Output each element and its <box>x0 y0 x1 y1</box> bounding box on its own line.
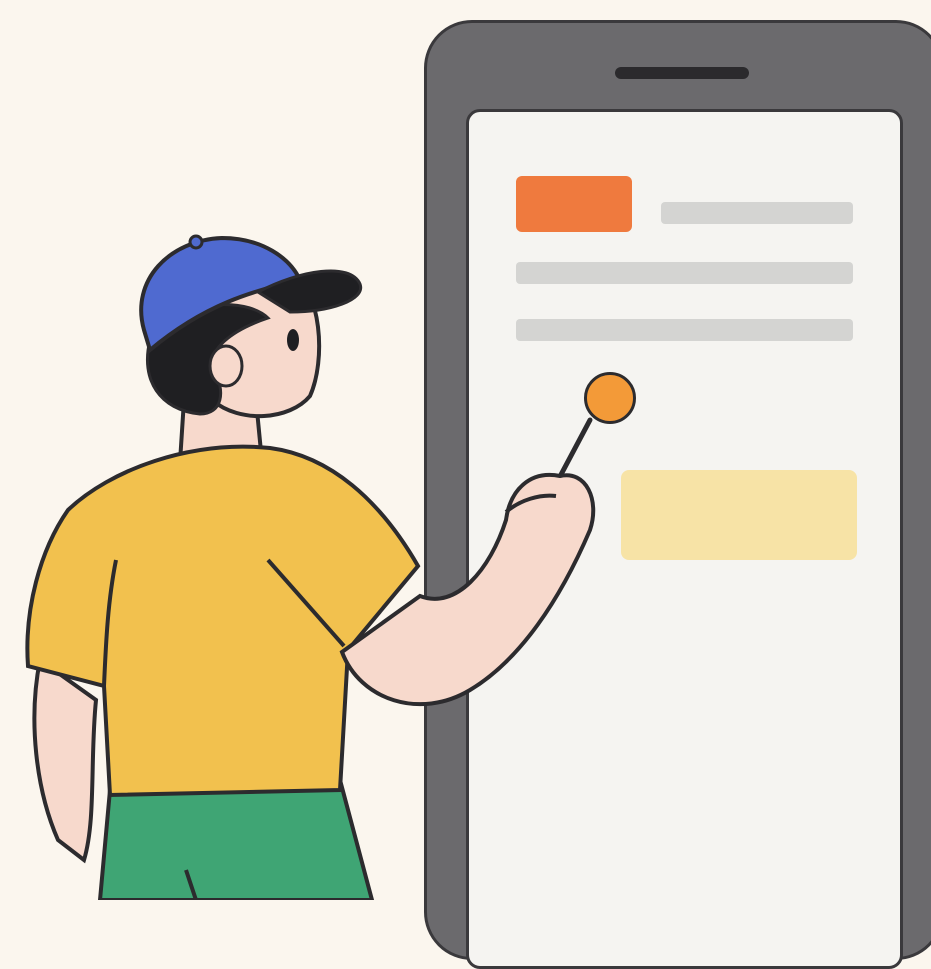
pants <box>97 777 375 900</box>
eye <box>287 329 299 351</box>
person-figure <box>25 234 596 900</box>
illustration-scene <box>0 0 931 969</box>
left-arm <box>32 656 99 864</box>
ear <box>208 344 244 388</box>
cap-button <box>188 234 204 250</box>
